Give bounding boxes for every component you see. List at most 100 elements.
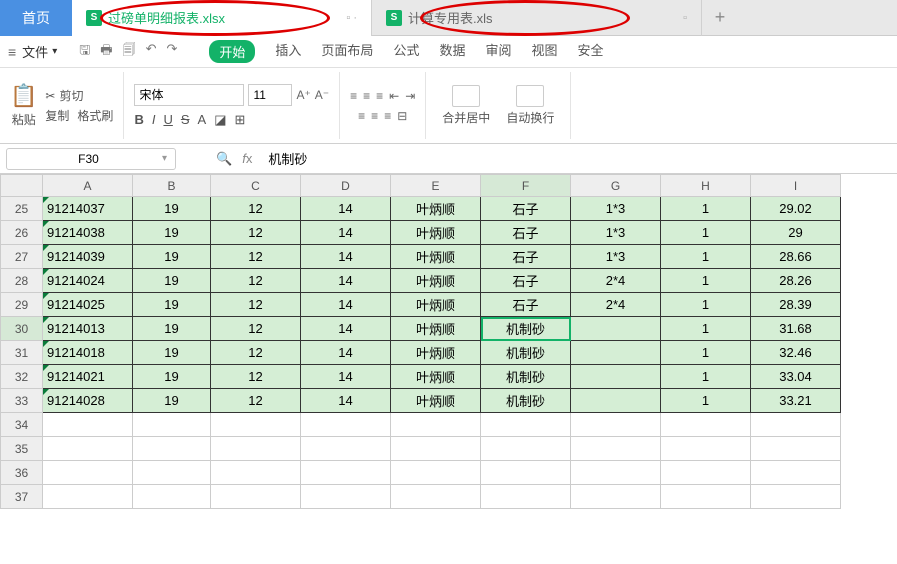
align-bottom-icon[interactable]: ≡ — [376, 89, 383, 103]
cell-D37[interactable] — [301, 485, 391, 509]
hamburger-icon[interactable]: ≡ — [8, 44, 16, 60]
cell-E29[interactable]: 叶炳顺 — [391, 293, 481, 317]
tab-window-icon[interactable]: ▫ — [653, 12, 687, 24]
row-header-29[interactable]: 29 — [1, 293, 43, 317]
cell-A33[interactable]: 91214028 — [43, 389, 133, 413]
col-header-G[interactable]: G — [571, 175, 661, 197]
save-icon[interactable]: 🖫 — [79, 41, 90, 63]
cell-H28[interactable]: 1 — [661, 269, 751, 293]
cell-C30[interactable]: 12 — [211, 317, 301, 341]
row-header-36[interactable]: 36 — [1, 461, 43, 485]
row-header-37[interactable]: 37 — [1, 485, 43, 509]
cell-D28[interactable]: 14 — [301, 269, 391, 293]
select-all-corner[interactable] — [1, 175, 43, 197]
cell-D29[interactable]: 14 — [301, 293, 391, 317]
tab-file1[interactable]: S 过磅单明细报表.xlsx ▫ · — [72, 0, 372, 36]
ribbon-tab-formula[interactable]: 公式 — [393, 40, 419, 63]
cell-F26[interactable]: 石子 — [481, 221, 571, 245]
cell-B31[interactable]: 19 — [133, 341, 211, 365]
underline-button[interactable]: U — [163, 112, 172, 128]
cell-F35[interactable] — [481, 437, 571, 461]
cell-H30[interactable]: 1 — [661, 317, 751, 341]
file-menu-button[interactable]: 文件▾ — [22, 42, 57, 61]
cell-G27[interactable]: 1*3 — [571, 245, 661, 269]
ribbon-tab-insert[interactable]: 插入 — [275, 40, 301, 63]
cell-E28[interactable]: 叶炳顺 — [391, 269, 481, 293]
spreadsheet[interactable]: ABCDEFGHI2591214037191214叶炳顺石子1*3129.022… — [0, 174, 897, 564]
cell-A30[interactable]: 91214013 — [43, 317, 133, 341]
cell-B36[interactable] — [133, 461, 211, 485]
cell-A27[interactable]: 91214039 — [43, 245, 133, 269]
cell-E27[interactable]: 叶炳顺 — [391, 245, 481, 269]
align-middle-icon[interactable]: ≡ — [363, 89, 370, 103]
tab-home[interactable]: 首页 — [0, 0, 72, 36]
undo-icon[interactable]: ↶ — [146, 41, 157, 63]
cell-A26[interactable]: 91214038 — [43, 221, 133, 245]
cell-E35[interactable] — [391, 437, 481, 461]
cell-I33[interactable]: 33.21 — [751, 389, 841, 413]
row-header-31[interactable]: 31 — [1, 341, 43, 365]
cell-I29[interactable]: 28.39 — [751, 293, 841, 317]
cell-A36[interactable] — [43, 461, 133, 485]
row-header-30[interactable]: 30 — [1, 317, 43, 341]
col-header-D[interactable]: D — [301, 175, 391, 197]
ribbon-tab-start[interactable]: 开始 — [209, 40, 255, 63]
cell-G35[interactable] — [571, 437, 661, 461]
tab-window-icon[interactable]: ▫ · — [316, 12, 357, 24]
cell-C34[interactable] — [211, 413, 301, 437]
row-header-33[interactable]: 33 — [1, 389, 43, 413]
cell-H36[interactable] — [661, 461, 751, 485]
col-header-E[interactable]: E — [391, 175, 481, 197]
align-right-icon[interactable]: ≡ — [384, 109, 391, 123]
merge-split-icon[interactable]: ⊟ — [397, 109, 407, 123]
cell-C27[interactable]: 12 — [211, 245, 301, 269]
cell-H33[interactable]: 1 — [661, 389, 751, 413]
cell-B26[interactable]: 19 — [133, 221, 211, 245]
italic-button[interactable]: I — [152, 112, 156, 128]
grid[interactable]: ABCDEFGHI2591214037191214叶炳顺石子1*3129.022… — [0, 174, 841, 509]
cell-H26[interactable]: 1 — [661, 221, 751, 245]
increase-font-icon[interactable]: A⁺ — [296, 88, 310, 102]
cell-C35[interactable] — [211, 437, 301, 461]
cell-I25[interactable]: 29.02 — [751, 197, 841, 221]
cell-G36[interactable] — [571, 461, 661, 485]
row-header-25[interactable]: 25 — [1, 197, 43, 221]
format-painter-button[interactable]: 格式刷 — [77, 107, 113, 124]
ribbon-tab-review[interactable]: 审阅 — [485, 40, 511, 63]
row-header-28[interactable]: 28 — [1, 269, 43, 293]
cell-D36[interactable] — [301, 461, 391, 485]
cell-B35[interactable] — [133, 437, 211, 461]
cell-C36[interactable] — [211, 461, 301, 485]
cell-D33[interactable]: 14 — [301, 389, 391, 413]
cell-E30[interactable]: 叶炳顺 — [391, 317, 481, 341]
cell-E31[interactable]: 叶炳顺 — [391, 341, 481, 365]
cell-D31[interactable]: 14 — [301, 341, 391, 365]
col-header-H[interactable]: H — [661, 175, 751, 197]
row-header-27[interactable]: 27 — [1, 245, 43, 269]
cell-A32[interactable]: 91214021 — [43, 365, 133, 389]
cell-A29[interactable]: 91214025 — [43, 293, 133, 317]
ribbon-tab-data[interactable]: 数据 — [439, 40, 465, 63]
cell-E25[interactable]: 叶炳顺 — [391, 197, 481, 221]
cell-C28[interactable]: 12 — [211, 269, 301, 293]
cell-I27[interactable]: 28.66 — [751, 245, 841, 269]
ribbon-tab-view[interactable]: 视图 — [531, 40, 557, 63]
cell-G33[interactable] — [571, 389, 661, 413]
print-icon[interactable]: 🖶 — [100, 41, 112, 63]
cell-A37[interactable] — [43, 485, 133, 509]
redo-icon[interactable]: ↷ — [166, 41, 177, 63]
tab-add-button[interactable]: + — [702, 7, 738, 28]
col-header-C[interactable]: C — [211, 175, 301, 197]
cell-B30[interactable]: 19 — [133, 317, 211, 341]
cell-A25[interactable]: 91214037 — [43, 197, 133, 221]
cell-H31[interactable]: 1 — [661, 341, 751, 365]
cell-I26[interactable]: 29 — [751, 221, 841, 245]
cell-F29[interactable]: 石子 — [481, 293, 571, 317]
cell-G25[interactable]: 1*3 — [571, 197, 661, 221]
cell-G30[interactable] — [571, 317, 661, 341]
indent-decrease-icon[interactable]: ⇤ — [389, 89, 399, 103]
cell-A31[interactable]: 91214018 — [43, 341, 133, 365]
cell-A28[interactable]: 91214024 — [43, 269, 133, 293]
cell-E36[interactable] — [391, 461, 481, 485]
cell-C29[interactable]: 12 — [211, 293, 301, 317]
